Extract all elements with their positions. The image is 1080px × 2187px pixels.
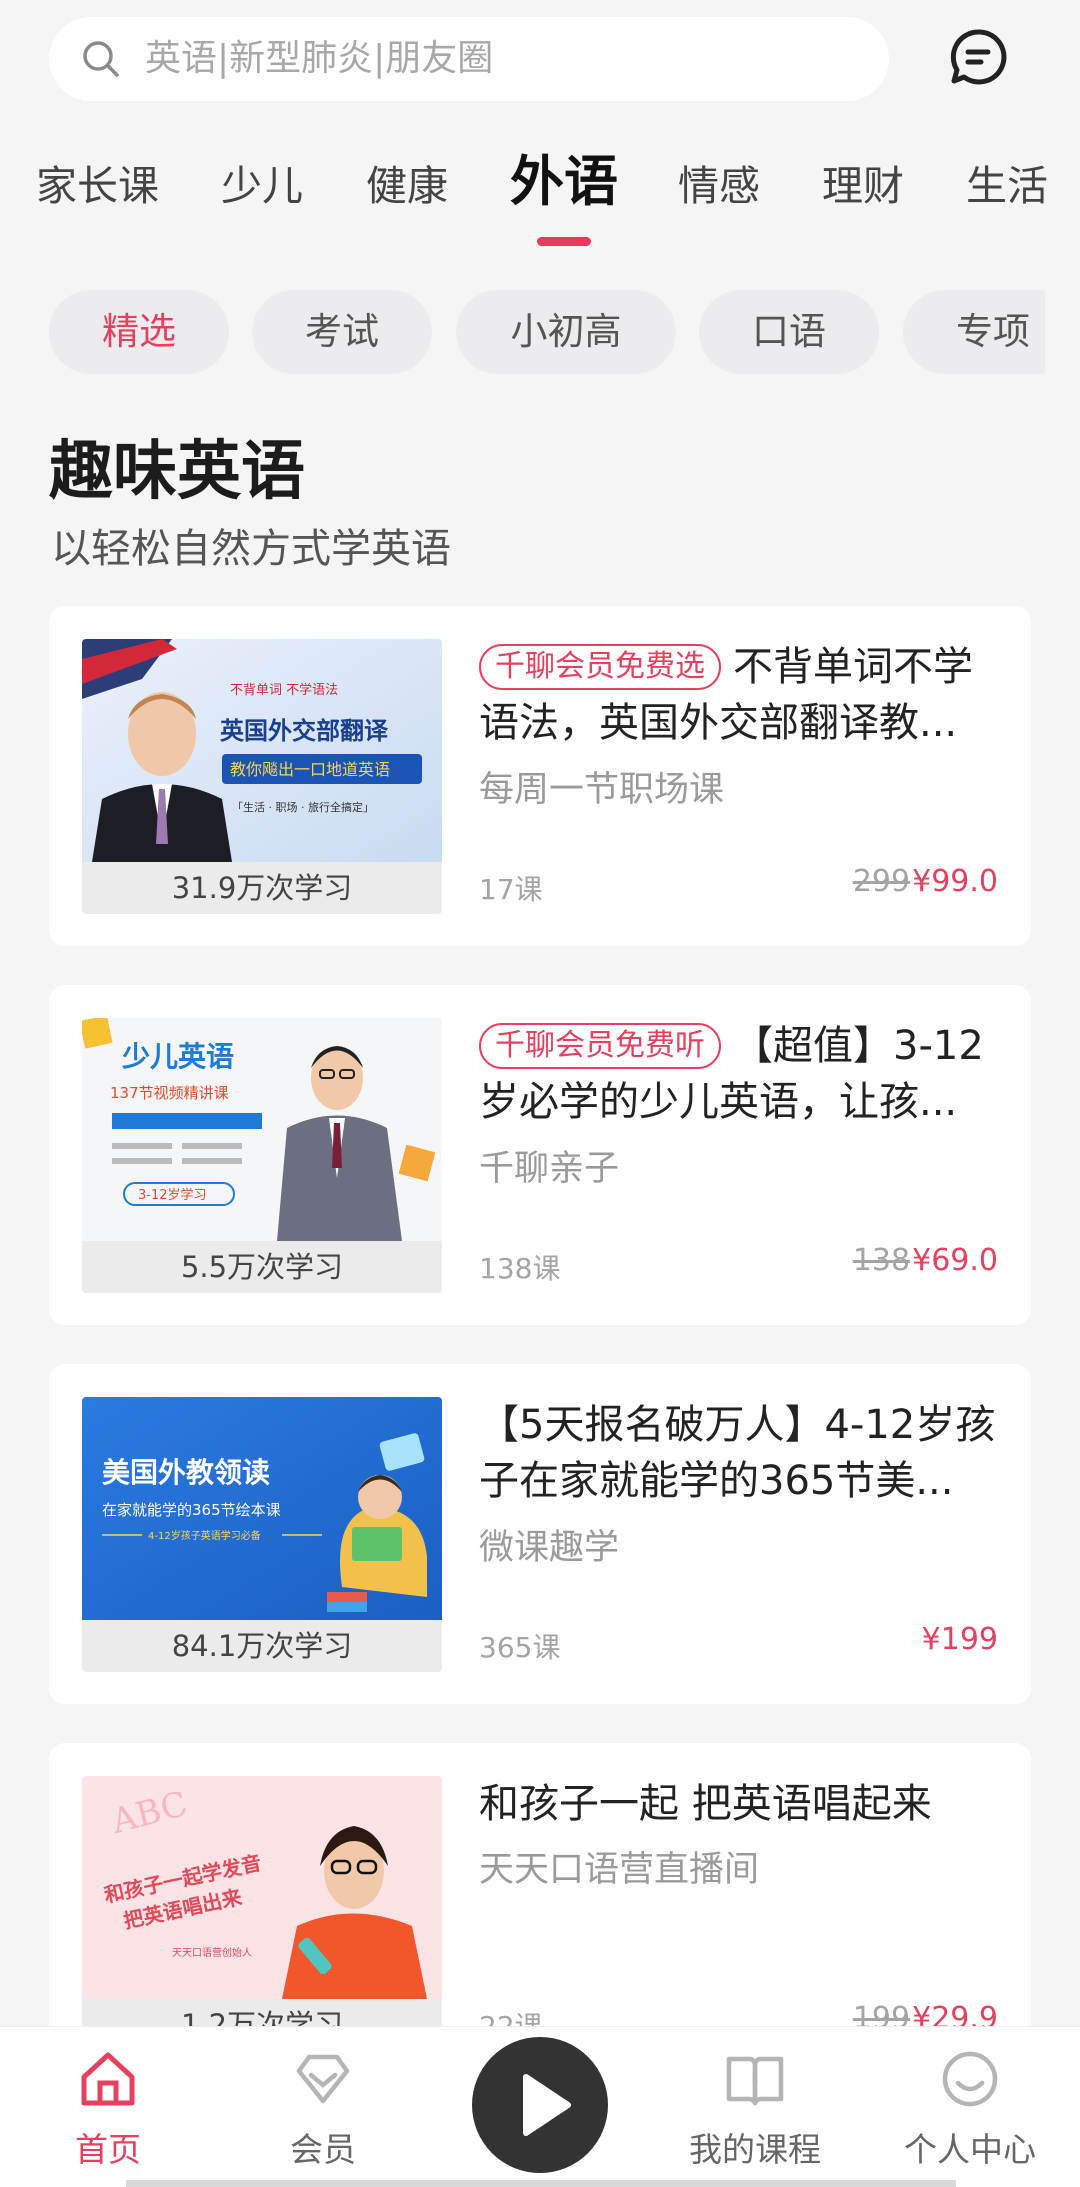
- section-subtitle: 以轻松自然方式学英语: [51, 526, 451, 572]
- course-cover-image: ABC 和孩子一起学发音 把英语唱出来 天天口语营创始人: [82, 1776, 442, 1999]
- course-author: 每周一节职场课: [479, 770, 725, 810]
- thumb-caption: 天天口语营创始人: [172, 1946, 252, 1959]
- current-price: ¥99.0: [912, 864, 998, 899]
- course-thumbnail: 不背单词 不学语法 英国外交部翻译 教你飚出一口地道英语 「生活 · 职场 · …: [82, 639, 442, 914]
- profile-icon: [942, 2051, 998, 2107]
- home-icon: [81, 2052, 135, 2106]
- play-button[interactable]: [472, 2037, 608, 2173]
- thumb-caption: 4-12岁孩子英语学习必备: [148, 1529, 261, 1542]
- message-icon[interactable]: [948, 27, 1008, 87]
- member-free-badge: 千聊会员免费选: [479, 644, 721, 690]
- bottom-navigation: 首页 会员 我的课程 个人中心: [0, 2026, 1080, 2187]
- tab-parenting[interactable]: 家长课: [36, 150, 159, 222]
- lesson-count: 365课: [479, 1631, 561, 1664]
- chip-special[interactable]: 专项: [903, 290, 1045, 374]
- tab-finance[interactable]: 理财: [822, 150, 904, 222]
- original-price: 138: [852, 1243, 911, 1278]
- study-count: 84.1万次学习: [82, 1620, 442, 1672]
- course-cover-image: 不背单词 不学语法 英国外交部翻译 教你飚出一口地道英语 「生活 · 职场 · …: [82, 639, 442, 862]
- course-author: 千聊亲子: [479, 1149, 620, 1189]
- nav-vip-label: 会员: [290, 2130, 356, 2169]
- tab-emotion[interactable]: 情感: [678, 150, 760, 222]
- course-price: 299¥99.0: [853, 864, 998, 899]
- tab-health[interactable]: 健康: [366, 150, 448, 222]
- nav-home-label: 首页: [75, 2130, 141, 2169]
- course-price: ¥199: [922, 1622, 998, 1657]
- current-price: ¥199: [921, 1622, 998, 1657]
- nav-my-courses-label: 我的课程: [689, 2130, 821, 2169]
- thumb-caption: 美国外教领读: [102, 1456, 270, 1489]
- study-count: 5.5万次学习: [82, 1241, 442, 1293]
- search-placeholder: 英语|新型肺炎|朋友圈: [145, 38, 494, 79]
- thumb-caption: 3-12岁学习: [138, 1187, 207, 1203]
- course-thumbnail: ABC 和孩子一起学发音 把英语唱出来 天天口语营创始人 1.2万次学习: [82, 1776, 442, 2051]
- tab-foreign-language[interactable]: 外语: [510, 146, 618, 218]
- member-free-badge: 千聊会员免费听: [479, 1023, 721, 1069]
- current-price: ¥69.0: [912, 1243, 998, 1278]
- thumb-caption: 少儿英语: [122, 1040, 234, 1073]
- course-price: 138¥69.0: [853, 1243, 998, 1278]
- thumb-caption: 137节视频精讲课: [110, 1084, 229, 1102]
- nav-my-courses[interactable]: 我的课程: [675, 2049, 835, 2171]
- course-card[interactable]: 不背单词 不学语法 英国外交部翻译 教你飚出一口地道英语 「生活 · 职场 · …: [49, 606, 1031, 946]
- thumb-caption: 不背单词 不学语法: [230, 682, 338, 698]
- original-price: 299: [852, 864, 911, 899]
- top-search-bar: 英语|新型肺炎|朋友圈: [0, 0, 1080, 110]
- nav-vip[interactable]: 会员: [243, 2049, 403, 2171]
- play-icon: [523, 2074, 571, 2136]
- thumb-caption: 英国外交部翻译: [220, 716, 389, 745]
- section-title: 趣味英语: [49, 435, 305, 509]
- tab-life[interactable]: 生活: [966, 150, 1048, 222]
- course-thumbnail: 美国外教领读 在家就能学的365节绘本课 4-12岁孩子英语学习必备 84.1万…: [82, 1397, 442, 1672]
- lesson-count: 17课: [479, 873, 543, 906]
- chip-speaking[interactable]: 口语: [699, 290, 879, 374]
- nav-profile[interactable]: 个人中心: [890, 2049, 1050, 2171]
- course-title: 和孩子一起 把英语唱起来: [479, 1781, 932, 1827]
- course-cover-image: 美国外教领读 在家就能学的365节绘本课 4-12岁孩子英语学习必备: [82, 1397, 442, 1620]
- filter-chips: 精选 考试 小初高 口语 专项: [0, 290, 1045, 374]
- course-card[interactable]: 美国外教领读 在家就能学的365节绘本课 4-12岁孩子英语学习必备 84.1万…: [49, 1364, 1031, 1704]
- thumb-caption: 教你飚出一口地道英语: [230, 760, 390, 779]
- search-input[interactable]: 英语|新型肺炎|朋友圈: [49, 17, 889, 101]
- category-tabs: 家长课 少儿 健康 外语 情感 理财 生活: [0, 150, 1080, 250]
- course-title: 【5天报名破万人】4-12岁孩子在家就能学的365节美...: [479, 1402, 996, 1504]
- tab-kids[interactable]: 少儿: [221, 150, 303, 222]
- course-title: 千聊会员免费选 不背单词不学语法，英国外交部翻译教...: [479, 639, 999, 751]
- course-author: 天天口语营直播间: [479, 1850, 760, 1890]
- course-card[interactable]: 少儿英语 137节视频精讲课 3-12岁学习 5.5万次学习 千聊会员免费听 【超…: [49, 985, 1031, 1325]
- home-indicator-bar: [126, 2180, 956, 2187]
- lesson-count: 138课: [479, 1252, 561, 1285]
- chip-school[interactable]: 小初高: [456, 290, 676, 374]
- diamond-icon: [296, 2054, 350, 2104]
- chip-exam[interactable]: 考试: [252, 290, 432, 374]
- chip-featured[interactable]: 精选: [49, 290, 229, 374]
- nav-home[interactable]: 首页: [28, 2049, 188, 2171]
- book-icon: [726, 2056, 784, 2106]
- nav-profile-label: 个人中心: [904, 2130, 1036, 2169]
- thumb-caption: 「生活 · 职场 · 旅行全搞定」: [232, 800, 374, 814]
- course-author: 微课趣学: [479, 1528, 620, 1568]
- active-tab-indicator: [537, 237, 591, 246]
- thumb-caption: 在家就能学的365节绘本课: [102, 1501, 281, 1519]
- search-icon: [83, 41, 119, 77]
- course-thumbnail: 少儿英语 137节视频精讲课 3-12岁学习 5.5万次学习: [82, 1018, 442, 1293]
- course-title: 千聊会员免费听 【超值】3-12岁必学的少儿英语，让孩...: [479, 1018, 999, 1130]
- course-cover-image: 少儿英语 137节视频精讲课 3-12岁学习: [82, 1018, 442, 1241]
- study-count: 31.9万次学习: [82, 862, 442, 914]
